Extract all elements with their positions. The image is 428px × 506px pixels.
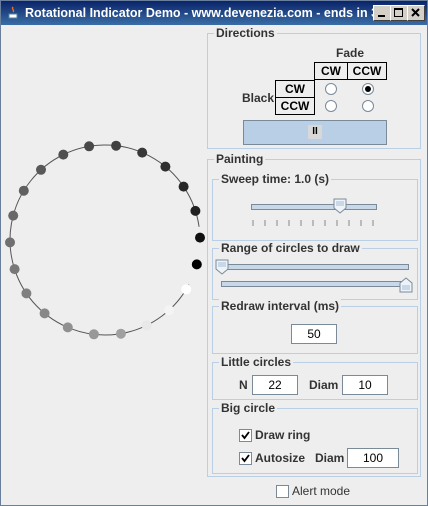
indicator-dot: [9, 264, 20, 275]
radio-black-cw-fade-cw[interactable]: [325, 83, 337, 95]
indicator-dot: [160, 161, 171, 172]
autosize-label[interactable]: Autosize: [255, 451, 305, 465]
indicator-dot: [39, 308, 50, 319]
big-diam-label: Diam: [315, 451, 345, 465]
pause-button[interactable]: II: [243, 120, 387, 145]
pause-icon: II: [308, 125, 322, 139]
title-bar[interactable]: Rotational Indicator Demo - www.devenezi…: [1, 1, 427, 25]
fade-ccw-header: CCW: [347, 62, 387, 80]
checkmark-icon: [241, 454, 250, 463]
black-label: Black: [242, 91, 275, 105]
checkmark-icon: [241, 431, 250, 440]
range-min-track[interactable]: [221, 264, 409, 270]
indicator-dot: [21, 288, 32, 299]
range-title: Range of circles to draw: [219, 241, 362, 255]
directions-panel: Directions Fade CW CCW Black CW CCW II: [207, 26, 421, 149]
big-circle-panel: Big circle Draw ring Autosize Diam 100: [212, 401, 418, 474]
indicator-dots: [5, 140, 205, 340]
indicator-dot: [88, 329, 99, 340]
indicator-dot: [18, 185, 29, 196]
sweep-slider-ticks: [252, 220, 374, 226]
minimize-icon: [378, 15, 385, 17]
indicator-dot: [137, 147, 148, 158]
radio-black-ccw-fade-cw[interactable]: [325, 100, 337, 112]
little-circles-title: Little circles: [219, 355, 294, 369]
indicator-dot: [195, 232, 205, 243]
autosize-checkbox[interactable]: [239, 452, 252, 465]
alert-mode-checkbox[interactable]: [276, 485, 289, 498]
range-panel: Range of circles to draw: [212, 241, 418, 300]
range-max-thumb[interactable]: [399, 277, 413, 293]
indicator-dot: [111, 140, 122, 151]
redraw-title: Redraw interval (ms): [219, 299, 342, 313]
sweep-time-panel: Sweep time: 1.0 (s): [212, 172, 418, 241]
draw-ring-label[interactable]: Draw ring: [255, 428, 310, 442]
indicator-dot: [115, 328, 126, 339]
redraw-panel: Redraw interval (ms) 50: [212, 299, 418, 354]
java-icon: [8, 6, 18, 19]
redraw-interval-field[interactable]: 50: [291, 324, 337, 344]
indicator-dot: [181, 284, 192, 295]
sweep-slider-thumb[interactable]: [333, 198, 347, 214]
black-cw-header: CW: [275, 80, 315, 98]
minimize-button[interactable]: [373, 5, 391, 21]
indicator-dot: [141, 320, 152, 331]
fade-label: Fade: [336, 46, 365, 60]
sweep-slider-track[interactable]: [251, 204, 377, 210]
little-n-field[interactable]: 22: [252, 375, 298, 395]
black-ccw-header: CCW: [275, 97, 315, 115]
maximize-button[interactable]: [390, 5, 408, 21]
indicator-dot: [5, 237, 15, 248]
close-button[interactable]: [407, 5, 425, 21]
indicator-dot: [84, 141, 95, 152]
close-icon: [411, 8, 420, 17]
little-diam-label: Diam: [309, 378, 339, 392]
fade-cw-header: CW: [314, 62, 348, 80]
radio-black-cw-fade-ccw[interactable]: [362, 83, 374, 95]
little-circles-panel: Little circles N 22 Diam 10: [212, 355, 418, 400]
app-window: Rotational Indicator Demo - www.devenezi…: [0, 0, 428, 506]
range-max-track[interactable]: [221, 281, 409, 287]
indicator-dot: [36, 164, 46, 175]
little-diam-field[interactable]: 10: [342, 375, 388, 395]
indicator-dot: [178, 181, 189, 192]
painting-title: Painting: [214, 152, 266, 166]
indicator-dot: [62, 322, 73, 333]
indicator-dot: [190, 205, 201, 216]
directions-title: Directions: [214, 26, 277, 40]
draw-ring-checkbox[interactable]: [239, 429, 252, 442]
range-min-thumb[interactable]: [215, 259, 229, 275]
big-diam-field[interactable]: 100: [347, 448, 399, 468]
alert-mode-label[interactable]: Alert mode: [292, 484, 350, 498]
indicator-dot: [8, 210, 19, 221]
indicator-dot: [191, 259, 202, 270]
window-title: Rotational Indicator Demo - www.devenezi…: [25, 6, 389, 20]
indicator-canvas: [5, 140, 205, 340]
radio-selected-dot: [365, 86, 371, 92]
painting-panel: Painting Sweep time: 1.0 (s) Range of ci…: [207, 152, 421, 477]
little-n-label: N: [239, 378, 248, 392]
sweep-time-title: Sweep time: 1.0 (s): [219, 172, 332, 186]
big-circle-title: Big circle: [219, 401, 278, 415]
radio-black-ccw-fade-ccw[interactable]: [362, 100, 374, 112]
indicator-dot: [164, 305, 174, 316]
maximize-icon: [394, 8, 403, 17]
indicator-dot: [58, 149, 69, 160]
